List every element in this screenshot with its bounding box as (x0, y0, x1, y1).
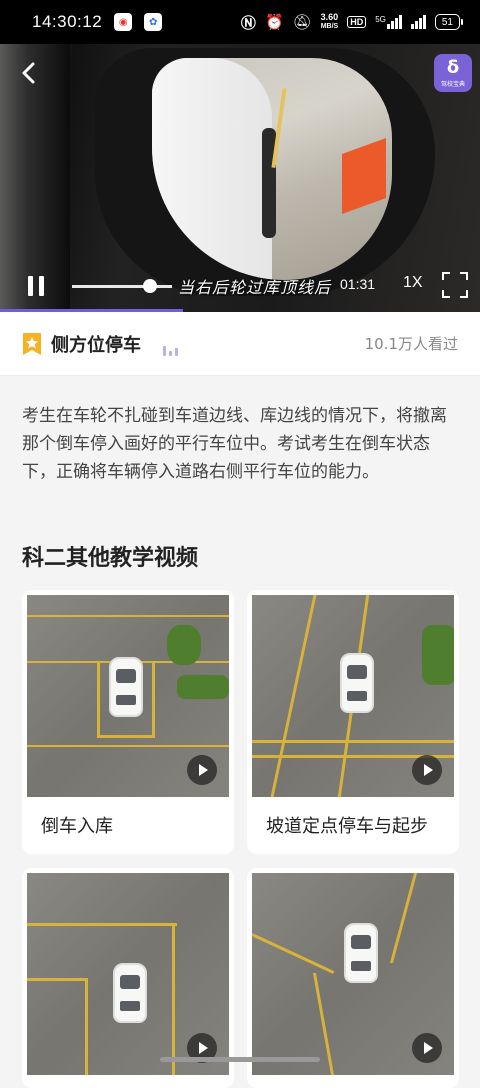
lesson-title: 侧方位停车 (51, 334, 141, 356)
player-controls: 当右后轮过库顶线后 01:31 1X (0, 266, 480, 306)
app-notification-icon: ◉ (114, 13, 133, 31)
view-count: 10.1万人看过 (364, 335, 458, 353)
video-card[interactable] (22, 868, 234, 1088)
playing-icon (163, 342, 178, 356)
nfc-icon: Ⓝ (240, 14, 256, 32)
video-subtitle: 当右后轮过库顶线后 (178, 278, 332, 297)
section-title: 科二其他教学视频 (22, 546, 199, 571)
logo-icon: δ (446, 56, 460, 78)
battery-icon: 51 (434, 14, 464, 30)
alarm-icon: ⏰ (264, 14, 284, 31)
lesson-header: 侧方位停车 10.1万人看过 (0, 312, 480, 376)
status-time: 14:30:12 (32, 12, 103, 31)
video-card[interactable]: 坡道定点停车与起步 (247, 590, 459, 854)
fullscreen-button[interactable] (442, 272, 468, 298)
progress-handle[interactable] (143, 279, 157, 293)
mute-icon: 🔕︎ (292, 14, 312, 31)
pause-button[interactable] (27, 276, 45, 296)
lesson-description: 考生在车轮不扎碰到车道边线、库边线的情况下，将撤离那个倒车停入画好的平行车位中。… (22, 406, 447, 482)
app-logo: δ 驾校宝典 (434, 54, 472, 92)
status-icons: Ⓝ ⏰ 🔕︎ 3.60 MB/S HD 5G 51 (240, 12, 464, 33)
signal-icon: 5G (375, 15, 402, 29)
video-card[interactable]: 倒车入库 (22, 590, 234, 854)
back-button[interactable] (16, 58, 40, 88)
video-frame (152, 58, 392, 280)
home-indicator[interactable] (160, 1057, 320, 1062)
badge-icon (23, 332, 41, 355)
hd-icon: HD (347, 16, 367, 28)
video-thumbnail (27, 873, 229, 1075)
video-thumbnail (252, 595, 454, 797)
progress-bar[interactable] (72, 285, 172, 288)
play-icon (412, 755, 442, 785)
signal-icon (410, 15, 426, 29)
video-thumbnail (252, 873, 454, 1075)
video-player[interactable]: δ 驾校宝典 当右后轮过库顶线后 01:31 1X (0, 44, 480, 312)
video-duration: 01:31 (340, 276, 376, 292)
video-thumbnail (27, 595, 229, 797)
app-notification-icon: ✿ (144, 13, 163, 31)
play-icon (187, 755, 217, 785)
video-title: 坡道定点停车与起步 (266, 816, 428, 837)
chevron-left-icon (22, 62, 35, 84)
playback-speed-button[interactable]: 1X (403, 274, 423, 292)
play-icon (412, 1033, 442, 1063)
status-bar: 14:30:12 ◉ ✿ Ⓝ ⏰ 🔕︎ 3.60 MB/S HD 5G 51 (0, 0, 480, 44)
video-card[interactable] (247, 868, 459, 1088)
network-speed: 3.60 MB/S (320, 12, 339, 31)
video-title: 倒车入库 (41, 816, 113, 837)
